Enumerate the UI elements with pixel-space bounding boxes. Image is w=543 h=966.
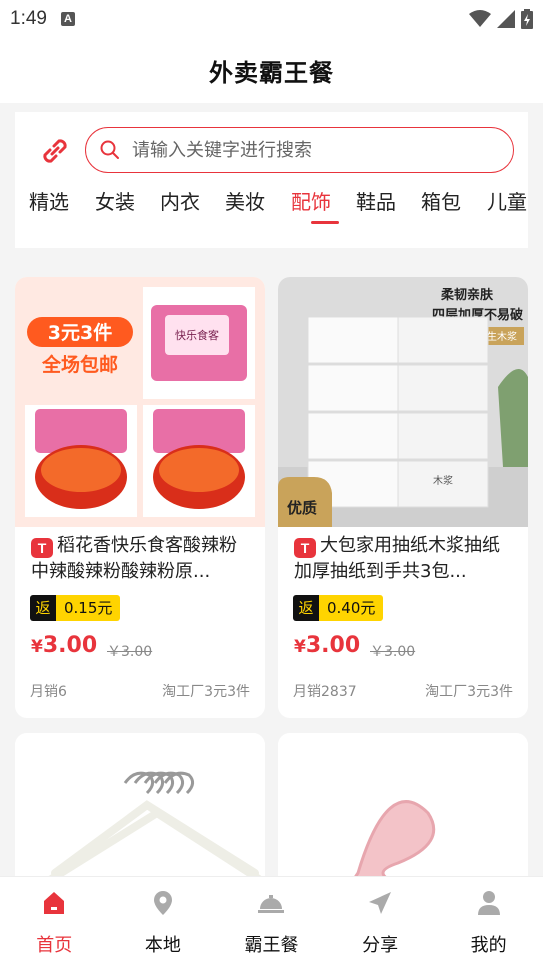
tab-free-meal[interactable]: 霸王餐 <box>217 877 326 966</box>
original-price: ￥3.00 <box>370 644 416 660</box>
user-icon <box>477 891 500 915</box>
category-tab-neiyi[interactable]: 内衣 <box>160 186 200 215</box>
wifi-icon <box>469 10 491 27</box>
tab-mine[interactable]: 我的 <box>434 877 543 966</box>
product-card[interactable]: 快乐食客 3元3件 全场包邮 T 稻花香快乐食客酸辣粉中辣酸辣粉酸辣粉原... 返… <box>15 277 265 718</box>
category-tab-peishi[interactable]: 配饰 <box>291 186 331 215</box>
product-title: T 大包家用抽纸木浆抽纸加厚抽纸到手共3包... <box>294 535 500 582</box>
tab-local[interactable]: 本地 <box>109 877 218 966</box>
status-right-icons <box>469 9 533 29</box>
signal-icon <box>497 10 515 28</box>
app-header: 外卖霸王餐 <box>0 38 543 103</box>
search-icon <box>100 140 119 159</box>
product-image-tissue: 柔韧亲肤 四层加厚不易破 原生木浆 木浆 优质 <box>278 277 528 527</box>
category-tab-ertong[interactable]: 儿童 <box>487 186 527 215</box>
link-icon[interactable] <box>38 134 72 168</box>
bottom-tab-bar: 首页 本地 霸王餐 分享 我的 <box>0 876 543 966</box>
tissue-pack-text: 木浆 <box>433 474 453 487</box>
shop-name: 淘工厂3元3件 <box>425 684 513 700</box>
tissue-banner-line1: 柔韧亲肤 <box>440 287 494 303</box>
promo-text-line1: 3元3件 <box>48 321 112 344</box>
tab-home[interactable]: 首页 <box>0 877 109 966</box>
page-title: 外卖霸王餐 <box>209 59 334 87</box>
category-tab-nvzhuang[interactable]: 女装 <box>95 186 135 215</box>
tmall-icon: T <box>31 538 53 558</box>
original-price: ￥3.00 <box>107 644 153 660</box>
monthly-sales: 月销6 <box>30 684 67 700</box>
category-tab-jingxuan[interactable]: 精选 <box>29 186 69 215</box>
status-time: 1:49 <box>10 8 47 29</box>
tmall-icon: T <box>294 538 316 558</box>
search-bar[interactable] <box>85 127 514 173</box>
monthly-sales: 月销2837 <box>293 684 357 700</box>
rebate-label: 返 <box>293 595 319 621</box>
notification-icon: A <box>60 12 75 26</box>
rebate-badge: 返 0.40元 <box>293 595 384 621</box>
food-cloche-icon <box>258 895 285 913</box>
category-tabs: 精选 女装 内衣 美妆 配饰 鞋品 箱包 儿童 <box>29 184 528 234</box>
battery-icon <box>521 9 533 29</box>
product-title: T 稻花香快乐食客酸辣粉中辣酸辣粉酸辣粉原... <box>31 535 237 582</box>
product-price: ¥3.00 <box>31 633 98 658</box>
category-tab-xiepin[interactable]: 鞋品 <box>356 186 396 215</box>
shop-name: 淘工厂3元3件 <box>162 684 250 700</box>
rebate-label: 返 <box>30 595 56 621</box>
product-price: ¥3.00 <box>294 633 361 658</box>
search-input[interactable] <box>130 138 494 162</box>
product-card[interactable]: 柔韧亲肤 四层加厚不易破 原生木浆 木浆 优质 T 大包家用抽纸木浆抽纸加厚抽纸到… <box>278 277 528 718</box>
home-icon <box>44 892 65 914</box>
search-section: 精选 女装 内衣 美妆 配饰 鞋品 箱包 儿童 <box>15 112 528 248</box>
location-pin-icon <box>153 891 172 915</box>
tab-share[interactable]: 分享 <box>326 877 435 966</box>
noodle-pack-text: 快乐食客 <box>175 328 219 342</box>
category-tab-xiangbao[interactable]: 箱包 <box>421 186 461 215</box>
category-tab-meizhuang[interactable]: 美妆 <box>225 186 265 215</box>
product-image-noodles: 快乐食客 3元3件 全场包邮 <box>15 277 265 527</box>
rebate-value: 0.15元 <box>56 595 121 621</box>
share-arrow-icon <box>369 892 392 914</box>
status-bar: 1:49 A <box>0 0 543 38</box>
rebate-value: 0.40元 <box>319 595 384 621</box>
quality-badge: 优质 <box>287 499 317 517</box>
rebate-badge: 返 0.15元 <box>30 595 121 621</box>
active-category-indicator <box>311 221 339 224</box>
promo-text-line2: 全场包邮 <box>41 353 118 376</box>
